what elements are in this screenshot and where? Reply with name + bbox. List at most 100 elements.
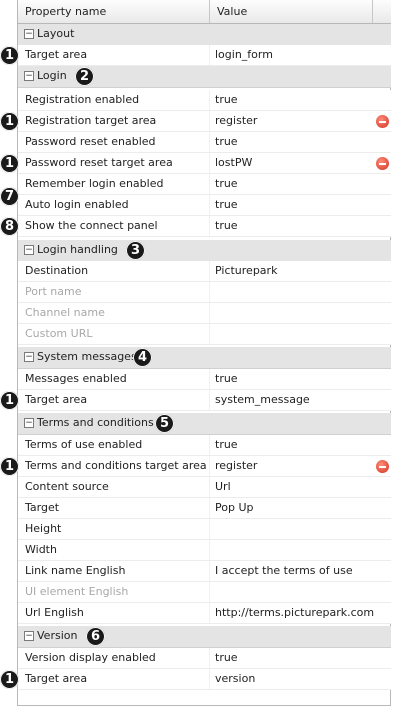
callout-badge: 6 [86, 627, 105, 646]
property-value[interactable]: Url [215, 480, 231, 493]
property-name: Version display enabled [25, 651, 156, 664]
grid-header: Property name Value [18, 0, 391, 24]
property-value[interactable]: Pop Up [215, 501, 253, 514]
collapse-toggle-icon[interactable]: − [24, 29, 34, 39]
property-name: Password reset target area [25, 156, 173, 169]
property-row-height[interactable]: Height [18, 519, 391, 540]
collapse-toggle-icon[interactable]: − [24, 352, 34, 362]
collapse-toggle-icon[interactable]: − [24, 245, 34, 255]
property-row-width[interactable]: Width [18, 540, 391, 561]
property-row-target-area[interactable]: Target area system_message [18, 390, 391, 411]
section-layout[interactable]: − Layout [18, 24, 391, 46]
column-header-property-label: Property name [25, 5, 107, 18]
property-value[interactable]: true [215, 219, 238, 232]
property-row-port-name: Port name [18, 282, 391, 303]
property-name: UI element English [25, 585, 129, 598]
section-terms-and-conditions[interactable]: − Terms and conditions [18, 413, 391, 435]
property-row-channel-name: Channel name [18, 303, 391, 324]
property-name: Target [25, 501, 60, 514]
property-name: Width [25, 543, 57, 556]
property-name: Content source [25, 480, 109, 493]
property-row-terms-of-use-enabled[interactable]: Terms of use enabled true [18, 435, 391, 456]
section-title: Layout [37, 27, 75, 40]
property-name: Destination [25, 264, 89, 277]
section-version[interactable]: − Version [18, 626, 391, 648]
column-header-value[interactable]: Value [210, 0, 373, 23]
property-value[interactable]: true [215, 177, 238, 190]
property-name: Target area [25, 48, 88, 61]
property-row-content-source[interactable]: Content source Url [18, 477, 391, 498]
property-name: Target area [25, 672, 88, 685]
column-header-value-label: Value [217, 5, 248, 18]
property-value[interactable]: I accept the terms of use [215, 564, 353, 577]
remove-icon[interactable] [376, 460, 389, 473]
property-value[interactable]: version [215, 672, 255, 685]
property-row-password-reset-target-area[interactable]: Password reset target area lostPW [18, 153, 391, 174]
property-row-version-display-enabled[interactable]: Version display enabled true [18, 648, 391, 669]
property-name: Registration target area [25, 114, 157, 127]
section-system-messages[interactable]: − System messages [18, 347, 391, 369]
property-value[interactable]: http://terms.picturepark.com [215, 606, 374, 619]
property-row-auto-login-enabled[interactable]: Auto login enabled true [18, 195, 391, 216]
property-name: Terms of use enabled [25, 438, 143, 451]
property-value[interactable]: register [215, 114, 257, 127]
property-row-password-reset-enabled[interactable]: Password reset enabled true [18, 132, 391, 153]
section-login-handling[interactable]: − Login handling [18, 240, 391, 262]
property-row-messages-enabled[interactable]: Messages enabled true [18, 369, 391, 390]
property-name: Terms and conditions target area [25, 459, 207, 472]
property-name: Custom URL [25, 327, 93, 340]
property-row-registration-target-area[interactable]: Registration target area register [18, 111, 391, 132]
property-value[interactable]: register [215, 459, 257, 472]
property-value[interactable]: true [215, 372, 238, 385]
property-value[interactable]: login_form [215, 48, 273, 61]
section-title: Version [37, 629, 78, 642]
property-row-ui-element-english: UI element English [18, 582, 391, 603]
property-row-url-english[interactable]: Url English http://terms.picturepark.com [18, 603, 391, 624]
property-value[interactable]: true [215, 198, 238, 211]
callout-badge: 5 [155, 414, 174, 433]
property-name: Remember login enabled [25, 177, 164, 190]
property-name: Target area [25, 393, 88, 406]
property-row-destination[interactable]: Destination Picturepark [18, 261, 391, 282]
collapse-toggle-icon[interactable]: − [24, 71, 34, 81]
property-value[interactable]: true [215, 93, 238, 106]
property-row-remember-login-enabled[interactable]: Remember login enabled true [18, 174, 391, 195]
section-login[interactable]: − Login [18, 66, 391, 88]
section-title: Terms and conditions [37, 416, 154, 429]
callout-badge: 1 [0, 112, 19, 131]
callout-badge: 3 [126, 241, 145, 260]
callout-badge: 7 [0, 187, 19, 206]
callout-badge: 1 [0, 391, 19, 410]
property-row-show-connect-panel[interactable]: Show the connect panel true [18, 216, 391, 237]
collapse-toggle-icon[interactable]: − [24, 631, 34, 641]
property-value[interactable]: Picturepark [215, 264, 277, 277]
callout-badge: 1 [0, 46, 19, 65]
property-name: Height [25, 522, 62, 535]
property-row-link-name-english[interactable]: Link name English I accept the terms of … [18, 561, 391, 582]
remove-icon[interactable] [376, 157, 389, 170]
property-row-target-area[interactable]: Target area version [18, 669, 391, 690]
property-name: Channel name [25, 306, 105, 319]
callout-badge: 1 [0, 154, 19, 173]
callout-badge: 8 [0, 217, 19, 236]
property-row-terms-target-area[interactable]: Terms and conditions target area registe… [18, 456, 391, 477]
property-row-custom-url: Custom URL [18, 324, 391, 345]
column-header-property[interactable]: Property name [18, 0, 210, 23]
property-value[interactable]: true [215, 651, 238, 664]
property-value[interactable]: system_message [215, 393, 310, 406]
property-value[interactable]: true [215, 438, 238, 451]
collapse-toggle-icon[interactable]: − [24, 418, 34, 428]
property-value[interactable]: true [215, 135, 238, 148]
callout-badge: 4 [133, 348, 152, 367]
section-title: Login handling [37, 243, 118, 256]
property-row-target[interactable]: Target Pop Up [18, 498, 391, 519]
property-name: Link name English [25, 564, 126, 577]
property-value[interactable]: lostPW [215, 156, 252, 169]
property-row-target-area[interactable]: Target area login_form [18, 45, 391, 66]
property-name: Port name [25, 285, 82, 298]
property-row-registration-enabled[interactable]: Registration enabled true [18, 90, 391, 111]
callout-badge: 1 [0, 670, 19, 689]
property-name: Password reset enabled [25, 135, 156, 148]
remove-icon[interactable] [376, 115, 389, 128]
property-name: Url English [25, 606, 84, 619]
